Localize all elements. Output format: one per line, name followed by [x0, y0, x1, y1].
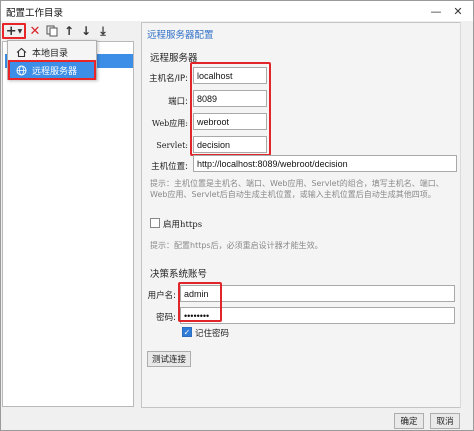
minimize-icon[interactable]: — — [425, 3, 447, 19]
menu-item-label: 本地目录 — [32, 48, 69, 59]
plus-icon: + — [5, 23, 17, 39]
menu-item-local-directory[interactable]: 本地目录 — [10, 44, 94, 60]
cancel-button[interactable]: 取消 — [430, 413, 460, 429]
https-hint: 提示：配置https后，必须重启设计器才能生效。 — [150, 241, 323, 250]
arrow-down-icon[interactable]: ↓ — [78, 23, 94, 39]
password-label: 密码: — [156, 313, 176, 323]
arrow-up-icon[interactable]: ↑ — [61, 23, 77, 39]
chevron-down-icon: ▼ — [17, 27, 23, 35]
ok-button[interactable]: 确定 — [394, 413, 424, 429]
delete-icon[interactable]: ✕ — [27, 23, 43, 39]
account-section-title: 决策系统账号 — [150, 269, 208, 280]
add-button[interactable]: + ▼ — [2, 23, 26, 39]
arrow-to-bottom-icon[interactable]: ⤓ — [95, 23, 111, 39]
remember-password-checkbox[interactable]: ✓ — [182, 327, 192, 337]
title-bar: 配置工作目录 — ✕ — [1, 1, 473, 21]
test-connection-button[interactable]: 测试连接 — [147, 351, 191, 367]
close-icon[interactable]: ✕ — [447, 3, 469, 19]
toolbar: + ▼ ✕ ↑ ↓ ⤓ — [2, 22, 132, 40]
port-label: 端口: — [168, 97, 188, 107]
panel-title: 远程服务器配置 — [147, 30, 214, 41]
location-input[interactable]: http://localhost:8089/webroot/decision — [193, 155, 457, 172]
host-label: 主机名/IP: — [149, 74, 188, 84]
webapp-label: Web应用: — [151, 119, 188, 128]
scrollbar[interactable] — [460, 22, 470, 408]
copy-icon[interactable] — [44, 23, 60, 39]
location-label: 主机位置: — [151, 162, 188, 172]
username-label: 用户名: — [147, 291, 176, 301]
add-dropdown-menu: 本地目录 远程服务器 — [7, 40, 97, 80]
location-hint: 提示：主机位置是主机名、端口、Web应用、Servlet的组合，填写主机名、端口… — [150, 179, 444, 199]
home-icon — [15, 46, 27, 58]
menu-item-remote-server[interactable]: 远程服务器 — [8, 60, 96, 80]
dialog-title: 配置工作目录 — [6, 8, 64, 19]
https-checkbox[interactable] — [150, 218, 160, 228]
https-label: 启用https — [163, 220, 203, 230]
highlight-box-credentials — [178, 282, 222, 322]
remember-password-label: 记住密码 — [195, 329, 230, 339]
servlet-label: Servlet: — [156, 141, 188, 150]
workdir-tree[interactable] — [2, 41, 134, 407]
globe-icon — [15, 64, 27, 76]
highlight-box-server-fields — [190, 62, 271, 156]
menu-item-label: 远程服务器 — [32, 66, 78, 77]
